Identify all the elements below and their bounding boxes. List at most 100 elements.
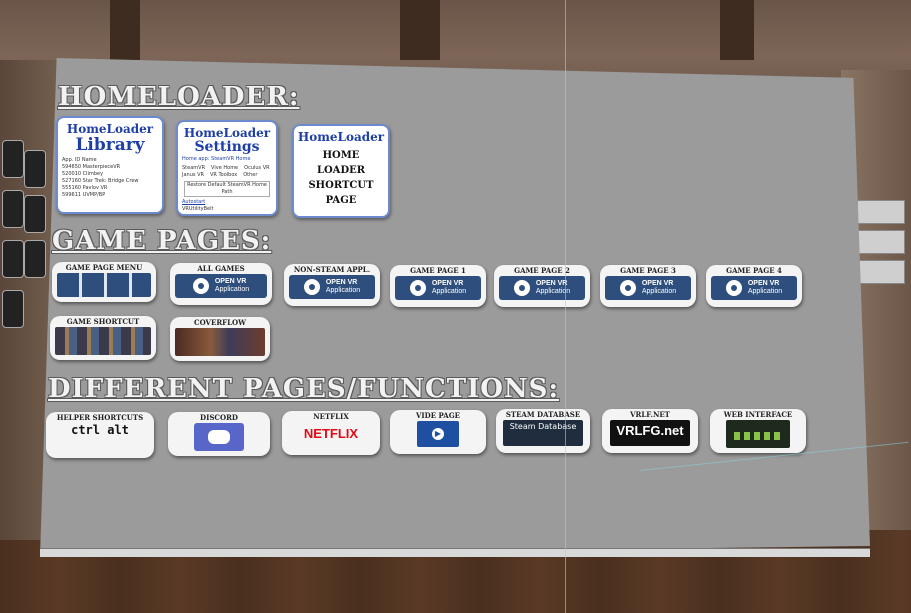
shortcut-line5: PAGE — [325, 195, 357, 206]
tile-label: VRLF.NET — [630, 410, 670, 419]
helper-shortcuts-tile[interactable]: HELPER SHORTCUTS ctrl alt — [46, 412, 154, 458]
coverflow-thumb — [175, 328, 265, 356]
game-page-3-tile[interactable]: GAME PAGE 3 OPEN VR Application — [600, 265, 696, 307]
steam-database-logo: Steam Database — [503, 420, 583, 446]
ceiling-beam — [720, 0, 754, 60]
table-row: 527160 Star Trek: Bridge Crew — [62, 178, 139, 184]
discord-icon — [208, 430, 230, 444]
openvr-badge: OPEN VR Application — [394, 276, 482, 300]
side-tile[interactable] — [24, 240, 46, 278]
openvr-badge: OPEN VR Application — [604, 276, 692, 300]
settings-options: SteamVR Vive Home Oculus VR Janus VR VR … — [182, 165, 272, 179]
side-tile[interactable] — [2, 190, 24, 228]
openvr-text: OPEN VR — [431, 280, 464, 287]
web-interface-tile[interactable]: WEB INTERFACE — [710, 409, 806, 453]
steam-icon — [725, 280, 742, 296]
library-table: App. ID Name 594650 MasterpieceVR 520010… — [62, 157, 158, 199]
shortcut-line3: LOADER — [316, 165, 366, 176]
library-title-line1: HomeLoader — [66, 122, 154, 136]
settings-option[interactable]: VR Toolbox — [210, 172, 237, 179]
homeloader-overlay-panel — [40, 58, 870, 556]
netflix-tile[interactable]: NETFLIX NETFLIX — [282, 411, 380, 455]
settings-option[interactable]: SteamVR — [182, 165, 205, 172]
openvr-text: OPEN VR — [747, 280, 780, 287]
video-thumb: ▶ — [417, 421, 459, 447]
openvr-badge: OPEN VR Application — [175, 274, 267, 298]
side-tile[interactable] — [24, 195, 46, 233]
openvr-badge: OPEN VR Application — [498, 276, 586, 300]
game-page-2-tile[interactable]: GAME PAGE 2 OPEN VR Application — [494, 265, 590, 307]
game-page-menu-thumb — [57, 273, 151, 297]
side-panel[interactable] — [857, 260, 905, 284]
steam-icon — [303, 279, 320, 295]
homeloader-section-title: HOMELOADER: — [58, 82, 300, 112]
tile-label: GAME PAGE 4 — [726, 266, 782, 275]
tile-label: GAME PAGE 1 — [410, 266, 466, 275]
tile-label: NON-STEAM APPL. — [293, 265, 371, 274]
ceiling-beam — [110, 0, 140, 60]
settings-option[interactable]: Janus VR — [182, 172, 204, 179]
table-row: App. ID Name — [62, 157, 97, 163]
video-page-tile[interactable]: VIDE PAGE ▶ — [390, 410, 486, 454]
tile-label: NETFLIX — [313, 412, 349, 421]
application-text: Application — [641, 288, 677, 295]
settings-option[interactable]: Vive Home — [211, 165, 238, 172]
game-page-4-tile[interactable]: GAME PAGE 4 OPEN VR Application — [706, 265, 802, 307]
panel-bottom-edge — [40, 548, 870, 557]
homeloader-settings-tile[interactable]: HomeLoader Settings Home app: SteamVR Ho… — [176, 120, 278, 216]
tile-label: DISCORD — [200, 413, 238, 422]
functions-section-title: DIFFERENT PAGES/FUNCTIONS: — [48, 374, 560, 404]
keyboard-keys-icon: ctrl alt — [71, 423, 129, 437]
coverflow-tile[interactable]: COVERFLOW — [170, 317, 270, 361]
autostart-link[interactable]: Autostart — [182, 199, 272, 206]
openvr-text: OPEN VR — [325, 279, 358, 286]
tile-label: VIDE PAGE — [415, 411, 461, 420]
restore-default-button[interactable]: Restore Default SteamVR Home Path — [184, 181, 270, 197]
side-tile[interactable] — [2, 240, 24, 278]
library-title-line2: Library — [75, 135, 145, 155]
steam-icon — [409, 280, 426, 296]
settings-title-line2: Settings — [194, 139, 260, 155]
shortcut-line4: SHORTCUT — [308, 180, 374, 191]
tile-label: GAME SHORTCUT — [66, 317, 140, 326]
non-steam-tile[interactable]: NON-STEAM APPL. OPEN VR Application — [284, 264, 380, 306]
game-pages-section-title: GAME PAGES: — [52, 226, 272, 256]
homeloader-library-tile[interactable]: HomeLoader Library App. ID Name 594650 M… — [56, 116, 164, 214]
game-shortcut-tile[interactable]: GAME SHORTCUT — [50, 316, 156, 360]
side-panel[interactable] — [857, 200, 905, 224]
application-text: Application — [214, 286, 250, 293]
side-tile[interactable] — [24, 150, 46, 188]
openvr-badge: OPEN VR Application — [710, 276, 798, 300]
application-text: Application — [747, 288, 783, 295]
tile-label: ALL GAMES — [197, 264, 245, 273]
settings-option[interactable]: Other — [243, 172, 257, 179]
web-interface-bars — [734, 432, 782, 440]
settings-home-app: Home app: SteamVR Home — [182, 156, 251, 162]
steam-icon — [513, 280, 530, 296]
side-tile[interactable] — [2, 140, 24, 178]
settings-option[interactable]: Oculus VR — [244, 165, 270, 172]
side-panel[interactable] — [857, 230, 905, 254]
game-page-1-tile[interactable]: GAME PAGE 1 OPEN VR Application — [390, 265, 486, 307]
openvr-text: OPEN VR — [214, 278, 247, 285]
all-games-tile[interactable]: ALL GAMES OPEN VR Application — [170, 263, 272, 305]
tile-label: HELPER SHORTCUTS — [56, 413, 144, 422]
tile-label: COVERFLOW — [194, 318, 246, 327]
shortcut-line2: HOME — [322, 150, 360, 161]
tile-label: GAME PAGE MENU — [65, 263, 143, 272]
table-row: 520010 Climbey — [62, 171, 104, 177]
game-shortcut-thumb — [55, 327, 151, 355]
homeloader-shortcut-tile[interactable]: HomeLoader HOME LOADER SHORTCUT PAGE — [292, 124, 390, 218]
web-interface-thumb — [726, 420, 790, 448]
vrlf-net-tile[interactable]: VRLF.NET VRLFG.net — [602, 409, 698, 453]
game-page-menu-tile[interactable]: GAME PAGE MENU — [52, 262, 156, 302]
application-text: Application — [431, 288, 467, 295]
steam-icon — [619, 280, 636, 296]
table-row: 555160 Pavlov VR — [62, 185, 108, 191]
side-tile[interactable] — [2, 290, 24, 328]
discord-tile[interactable]: DISCORD — [168, 412, 270, 456]
settings-footer: VRUtilityBelt — [182, 206, 214, 212]
shortcut-title-line1: HomeLoader — [297, 130, 385, 144]
steam-database-tile[interactable]: STEAM DATABASE Steam Database — [496, 409, 590, 453]
openvr-badge: OPEN VR Application — [288, 275, 376, 299]
